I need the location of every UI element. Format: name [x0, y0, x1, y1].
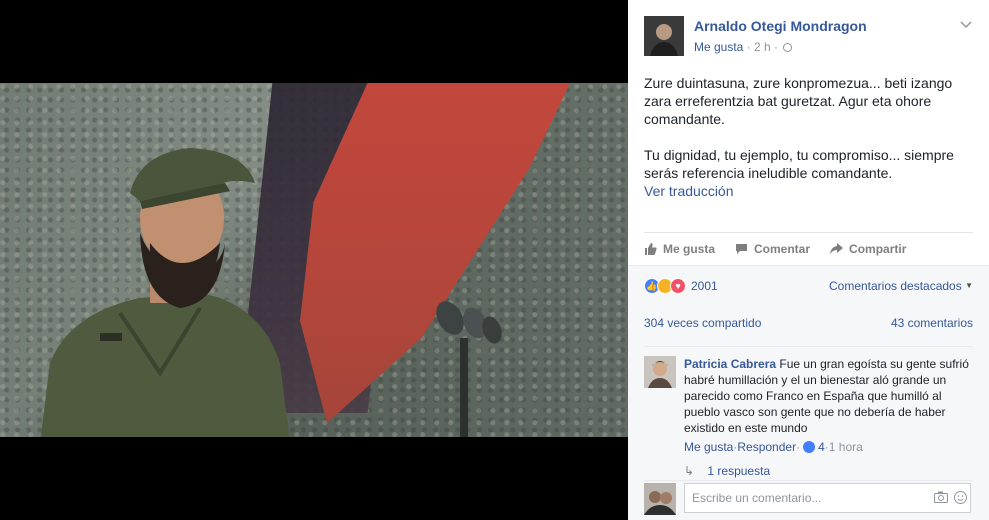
- reactions-summary[interactable]: 👍 ♥ 2001: [644, 276, 718, 296]
- meta-separator: ·: [743, 40, 755, 54]
- viewer-avatar-image: [644, 483, 676, 515]
- post-text-spanish: Tu dignidad, tu ejemplo, tu compromiso..…: [644, 147, 954, 181]
- post-text: Zure duintasuna, zure konpromezua... bet…: [644, 74, 974, 200]
- reaction-count[interactable]: 2001: [691, 279, 718, 293]
- like-button-label: Me gusta: [663, 241, 716, 256]
- comment-sort-dropdown[interactable]: Comentarios destacados ▼: [829, 279, 973, 293]
- post-meta: Me gusta · 2 h ·: [694, 40, 793, 54]
- globe-icon: [783, 43, 793, 52]
- translate-link[interactable]: Ver traducción: [644, 182, 974, 200]
- view-replies-link[interactable]: ↳ 1 respuesta: [684, 464, 973, 478]
- microphone-stand: [436, 301, 502, 437]
- shoulder-badge: [100, 333, 122, 341]
- comment-actions: Me gusta · Responder · 4 · 1 hora: [684, 440, 973, 454]
- reply-arrow-icon: ↳: [684, 464, 695, 478]
- comment-input[interactable]: [684, 483, 971, 513]
- post-time[interactable]: 2 h: [754, 40, 771, 54]
- commenter-avatar-image: [644, 356, 676, 388]
- share-icon: [830, 242, 844, 254]
- comment-like-count[interactable]: 4: [818, 440, 825, 454]
- love-reaction-icon: ♥: [670, 278, 686, 294]
- emoji-icon[interactable]: [954, 491, 967, 504]
- comment-item: Patricia Cabrera Fue un gran egoísta su …: [644, 346, 973, 478]
- comments-section: 👍 ♥ 2001 Comentarios destacados ▼ 304 ve…: [628, 265, 989, 520]
- post-counts: 304 veces compartido 43 comentarios: [644, 316, 973, 330]
- like-button[interactable]: Me gusta: [644, 242, 715, 256]
- comment-reply-link[interactable]: Responder: [737, 440, 796, 454]
- comment-sep: ·: [796, 440, 801, 454]
- viewer-avatar: [644, 483, 676, 515]
- post-text-basque: Zure duintasuna, zure konpromezua... bet…: [644, 75, 953, 127]
- post-photo[interactable]: [0, 83, 628, 437]
- like-reaction-icon: [803, 441, 816, 453]
- comment-button[interactable]: Comentar: [735, 242, 810, 256]
- caret-down-icon: ▼: [965, 281, 973, 290]
- camera-icon[interactable]: [934, 491, 948, 503]
- comment-like-link[interactable]: Me gusta: [684, 440, 733, 454]
- post-actions: Me gusta Comentar Compartir: [644, 232, 973, 264]
- speaker-figure: [40, 148, 290, 437]
- comment-count[interactable]: 43 comentarios: [891, 316, 973, 330]
- thumbs-up-icon: [645, 242, 657, 255]
- share-button[interactable]: Compartir: [830, 242, 906, 256]
- comment-icon: [736, 243, 748, 254]
- post-header: Arnaldo Otegi Mondragon Me gusta · 2 h ·: [644, 16, 974, 60]
- comment-time[interactable]: 1 hora: [829, 440, 863, 454]
- commenter-avatar[interactable]: [644, 356, 676, 388]
- meta-separator: ·: [770, 40, 782, 54]
- author-avatar-image: [644, 16, 684, 56]
- comment-composer: [644, 480, 973, 515]
- share-button-label: Compartir: [849, 241, 907, 256]
- replies-label: 1 respuesta: [707, 464, 771, 478]
- comment-button-label: Comentar: [754, 241, 811, 256]
- post-panel: Arnaldo Otegi Mondragon Me gusta · 2 h ·…: [628, 0, 989, 520]
- share-count[interactable]: 304 veces compartido: [644, 316, 761, 330]
- commenter-name[interactable]: Patricia Cabrera: [684, 357, 776, 371]
- composer-icons: [934, 491, 967, 504]
- page-like-link[interactable]: Me gusta: [694, 40, 743, 54]
- author-avatar[interactable]: [644, 16, 684, 56]
- comment-body: Patricia Cabrera Fue un gran egoísta su …: [684, 356, 973, 436]
- chevron-down-icon[interactable]: [960, 20, 974, 30]
- photo-viewer: [0, 0, 628, 520]
- author-name[interactable]: Arnaldo Otegi Mondragon: [694, 18, 867, 34]
- comment-sort-label: Comentarios destacados: [828, 279, 962, 293]
